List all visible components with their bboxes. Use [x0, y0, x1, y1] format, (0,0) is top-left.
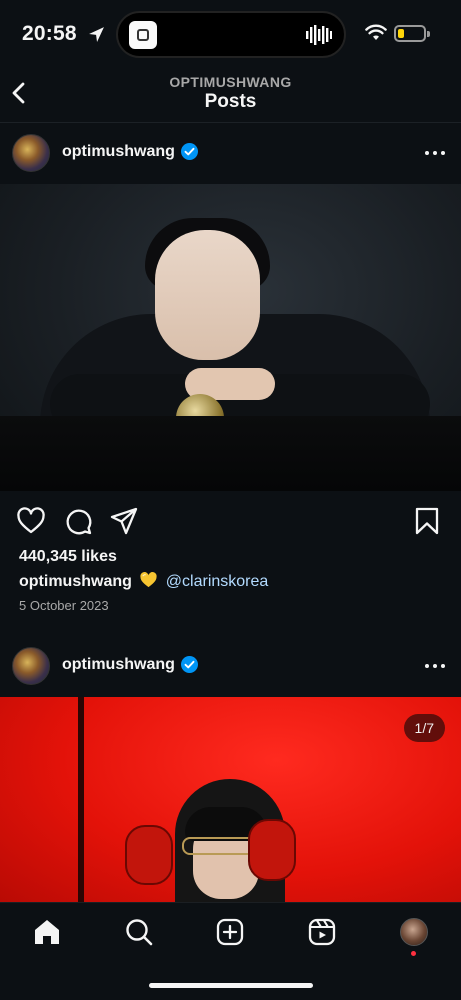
more-options-icon[interactable] — [425, 151, 445, 156]
wifi-icon — [365, 24, 387, 40]
like-heart-icon[interactable] — [16, 506, 46, 536]
post-image[interactable] — [0, 184, 461, 491]
avatar[interactable] — [12, 134, 50, 172]
reels-icon[interactable] — [307, 917, 337, 947]
caption-mention-link[interactable]: @clarinskorea — [166, 573, 269, 590]
carousel-counter: 1/7 — [403, 714, 445, 742]
share-send-icon[interactable] — [109, 506, 139, 536]
create-post-icon[interactable] — [215, 917, 245, 947]
page-header: OPTIMUSHWANG Posts — [0, 66, 461, 122]
battery-level — [398, 29, 404, 38]
post-username[interactable]: optimushwang — [62, 143, 175, 161]
status-bar: 20:58 — [0, 0, 461, 66]
home-indicator[interactable] — [149, 983, 313, 988]
header-username: OPTIMUSHWANG — [169, 74, 292, 90]
status-time: 20:58 — [22, 22, 77, 45]
home-icon[interactable] — [32, 917, 62, 947]
notification-dot — [411, 951, 416, 956]
avatar[interactable] — [12, 647, 50, 685]
post-caption: optimushwang @clarinskorea — [19, 572, 268, 591]
yellow-heart-icon — [140, 572, 157, 588]
audio-waveform-icon — [306, 25, 332, 45]
dynamic-island[interactable] — [116, 11, 346, 58]
verified-badge-icon — [181, 143, 198, 160]
caption-username[interactable]: optimushwang — [19, 573, 132, 590]
post-header: optimushwang — [0, 122, 461, 184]
likes-count[interactable]: 440,345 likes — [19, 548, 117, 566]
profile-avatar[interactable] — [400, 918, 428, 946]
page-title: Posts — [204, 91, 257, 112]
post-header: optimushwang — [0, 635, 461, 697]
post-date: 5 October 2023 — [19, 598, 109, 613]
location-arrow-icon — [89, 27, 104, 42]
verified-badge-icon — [181, 656, 198, 673]
post-username[interactable]: optimushwang — [62, 656, 175, 674]
search-icon[interactable] — [124, 917, 154, 947]
save-bookmark-icon[interactable] — [412, 506, 442, 536]
post-actions — [0, 502, 461, 542]
now-playing-app-icon — [129, 21, 157, 49]
post-image[interactable]: 1/7 — [0, 697, 461, 907]
comment-icon[interactable] — [63, 506, 93, 536]
more-options-icon[interactable] — [425, 664, 445, 669]
battery-icon — [394, 25, 430, 42]
